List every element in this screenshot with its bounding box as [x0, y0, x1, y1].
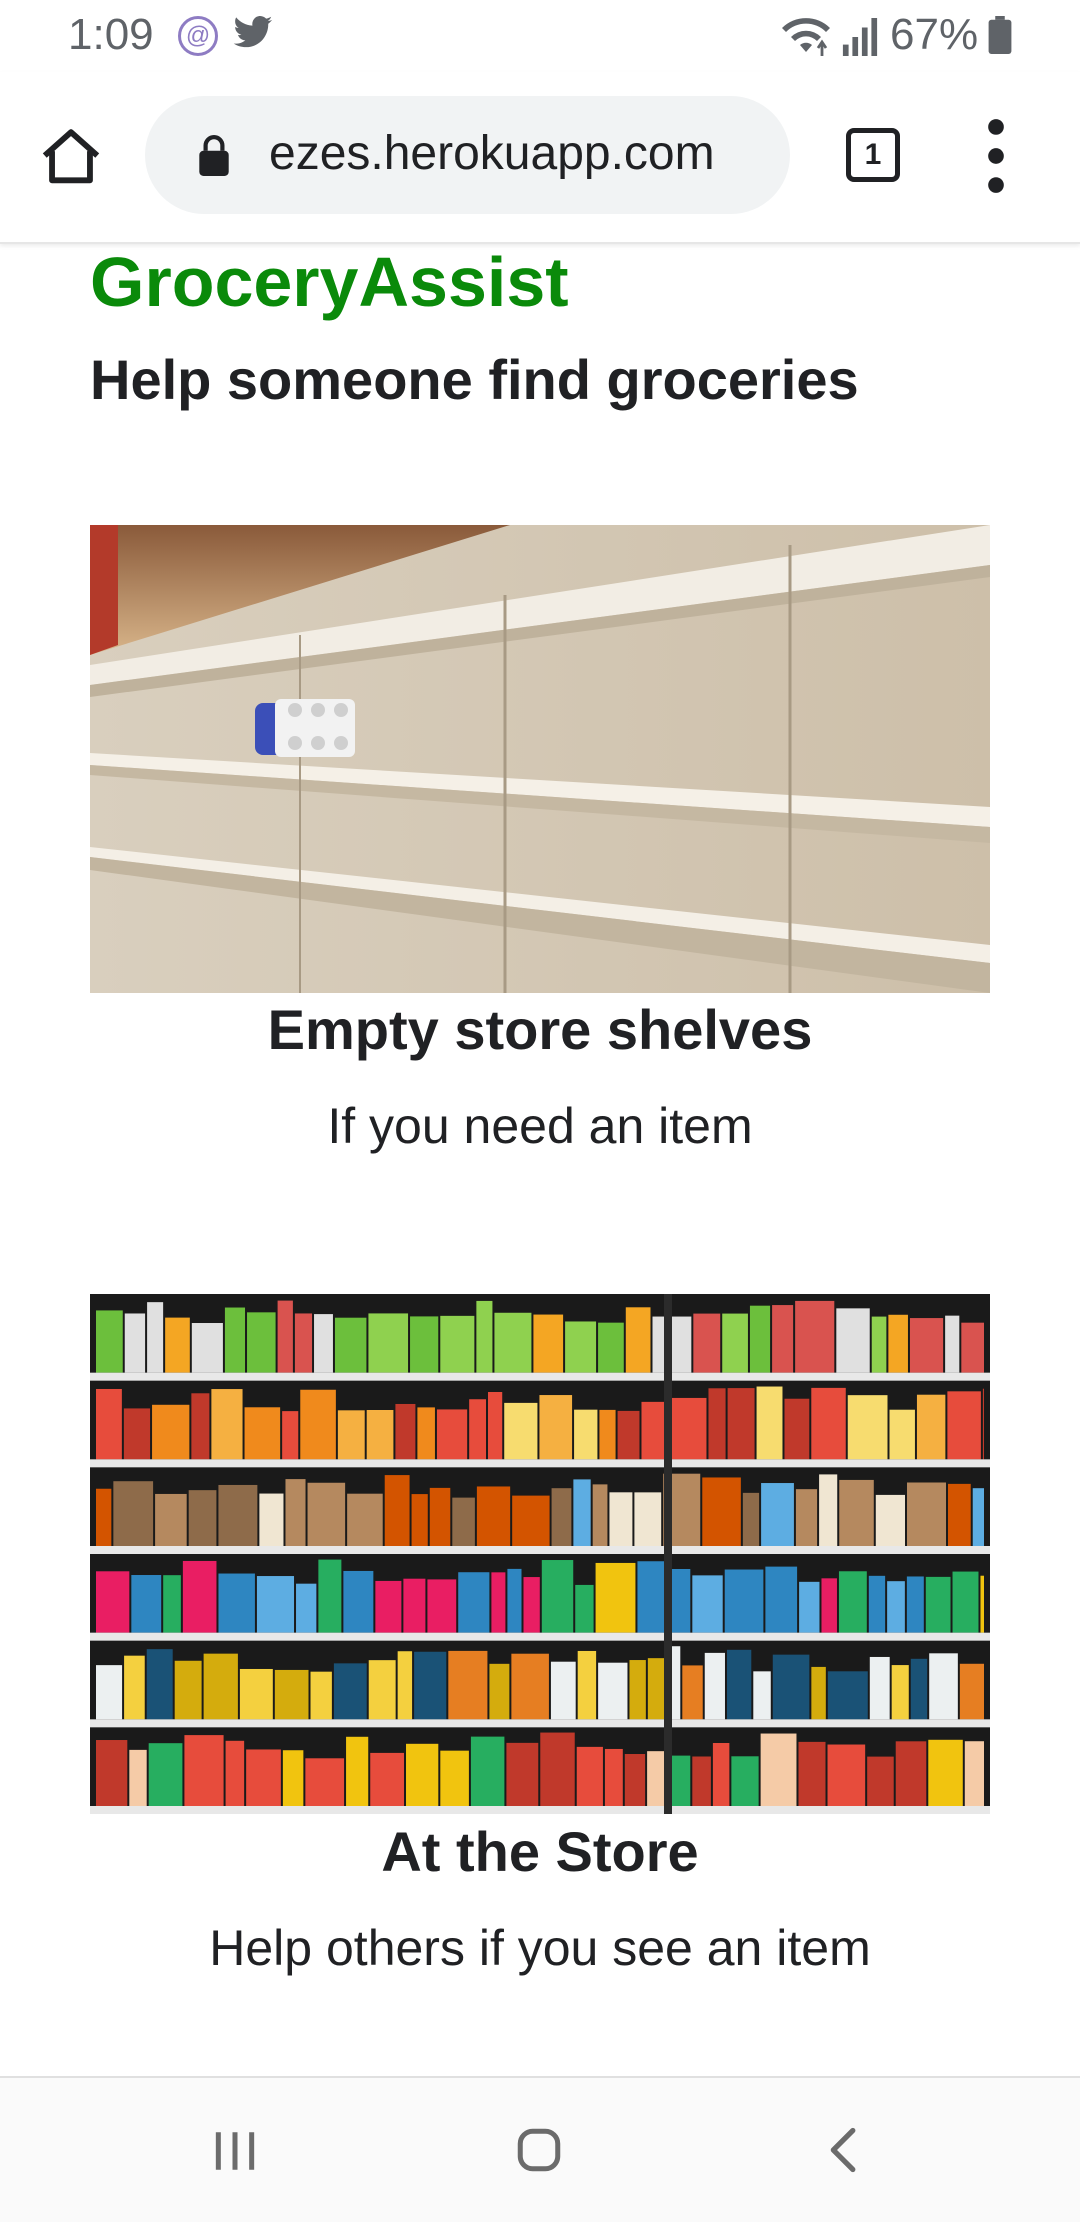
system-nav-bar	[0, 2076, 1080, 2222]
empty-shelves-image[interactable]	[90, 525, 990, 993]
address-bar[interactable]: ezes.herokuapp.com	[145, 96, 790, 214]
card-title-at-the-store: At the Store	[381, 1820, 699, 1883]
status-bar: 1:09 @ 67%	[0, 0, 1080, 72]
twitter-icon	[233, 16, 273, 48]
tab-switcher-button[interactable]: 1	[846, 128, 900, 182]
card-description-at-the-store: Help others if you see an item	[209, 1920, 871, 1976]
home-circle-icon[interactable]	[514, 2124, 564, 2176]
signal-icon	[842, 18, 878, 56]
overflow-menu-icon[interactable]	[974, 118, 1018, 194]
back-icon[interactable]	[822, 2124, 862, 2176]
url-text: ezes.herokuapp.com	[269, 127, 715, 180]
home-icon[interactable]	[36, 122, 106, 192]
wifi-icon	[782, 18, 830, 56]
card-title-empty-shelves: Empty store shelves	[267, 998, 813, 1061]
lock-icon	[199, 135, 229, 176]
site-title: GroceryAssist	[90, 243, 569, 321]
battery-percent: 67%	[890, 10, 979, 59]
battery-icon	[988, 16, 1012, 54]
threads-icon: @	[178, 16, 218, 56]
browser-toolbar: ezes.herokuapp.com 1	[0, 72, 1080, 244]
status-time: 1:09	[68, 10, 154, 59]
site-subtitle: Help someone find groceries	[90, 348, 859, 411]
store-shelves-image[interactable]	[90, 1294, 990, 1814]
card-description-empty-shelves: If you need an item	[327, 1098, 753, 1154]
recents-icon[interactable]	[210, 2126, 260, 2176]
